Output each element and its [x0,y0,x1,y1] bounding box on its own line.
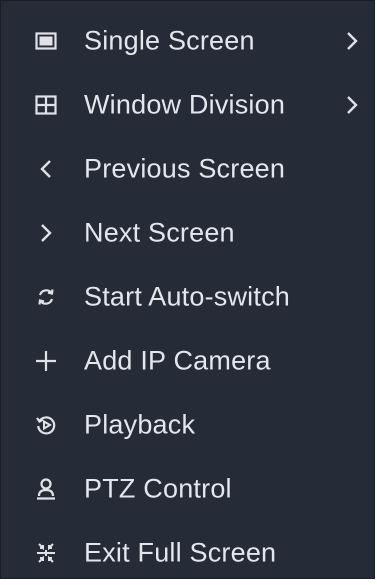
submenu-arrow-icon [342,29,362,53]
menu-item-next-screen[interactable]: Next Screen [1,201,374,265]
playback-icon [34,413,58,437]
ptz-person-icon [34,477,58,501]
menu-item-exit-full-screen[interactable]: Exit Full Screen [1,521,374,585]
menu-item-label: Playback [84,409,196,440]
submenu-arrow-icon [342,93,362,117]
menu-item-ptz-control[interactable]: PTZ Control [1,457,374,521]
menu-item-label: PTZ Control [84,473,232,504]
menu-item-start-auto-switch[interactable]: Start Auto-switch [1,265,374,329]
cycle-arrows-icon [34,285,58,309]
menu-item-add-ip-camera[interactable]: Add IP Camera [1,329,374,393]
menu-item-label: Add IP Camera [84,345,271,376]
menu-item-label: Window Division [84,89,286,120]
grid-icon [34,93,58,117]
chevron-right-icon [34,221,58,245]
menu-item-window-division[interactable]: Window Division [1,73,374,137]
menu-item-previous-screen[interactable]: Previous Screen [1,137,374,201]
plus-icon [34,349,58,373]
context-menu: Single Screen Window Division Previous S… [0,0,375,579]
menu-item-playback[interactable]: Playback [1,393,374,457]
menu-item-label: Start Auto-switch [84,281,290,312]
menu-item-single-screen[interactable]: Single Screen [1,9,374,73]
monitor-icon [34,29,58,53]
exit-fullscreen-icon [34,541,58,565]
menu-item-label: Previous Screen [84,153,286,184]
menu-item-label: Exit Full Screen [84,537,277,568]
menu-item-label: Next Screen [84,217,235,248]
chevron-left-icon [34,157,58,181]
menu-item-label: Single Screen [84,25,255,56]
